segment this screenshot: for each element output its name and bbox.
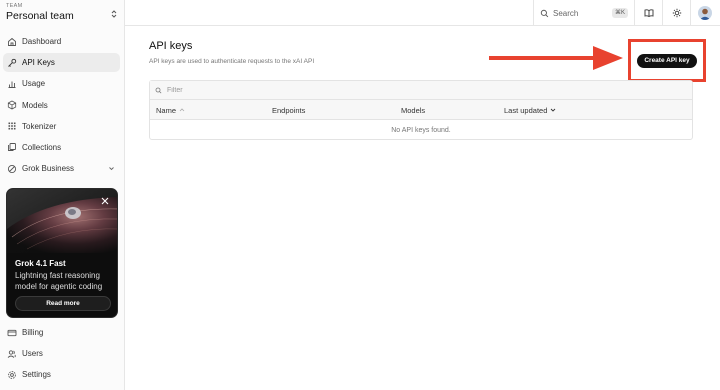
promo-description: Lightning fast reasoning model for agent… bbox=[15, 271, 103, 291]
book-icon bbox=[644, 9, 653, 18]
promo-title: Grok 4.1 Fast bbox=[15, 259, 66, 268]
profile-button[interactable] bbox=[690, 0, 718, 26]
cube-icon bbox=[7, 100, 17, 110]
search-label: Search bbox=[553, 8, 579, 18]
top-bar: Search ⌘K bbox=[125, 0, 720, 26]
search-icon bbox=[540, 9, 549, 17]
sun-icon bbox=[672, 8, 681, 18]
sidebar-item-label: Users bbox=[22, 349, 43, 359]
sort-up-icon bbox=[179, 108, 185, 112]
sidebar-item-tokenizer[interactable]: Tokenizer bbox=[3, 117, 120, 136]
sidebar-item-label: Dashboard bbox=[22, 37, 62, 46]
credit-card-icon bbox=[7, 329, 17, 336]
docs-button[interactable] bbox=[634, 0, 662, 26]
sidebar-item-api-keys[interactable]: API Keys bbox=[3, 53, 120, 73]
table-header: Name Endpoints Models Last updated bbox=[150, 100, 692, 120]
column-header-label: Endpoints bbox=[272, 105, 306, 115]
sidebar-item-label: Grok Business bbox=[22, 164, 75, 174]
gear-icon bbox=[8, 371, 16, 379]
team-switcher[interactable]: TEAM Personal team bbox=[6, 3, 120, 27]
sidebar-item-collections[interactable]: Collections bbox=[3, 138, 120, 157]
key-icon bbox=[8, 58, 17, 67]
theme-toggle-button[interactable] bbox=[662, 0, 690, 26]
column-header-endpoints[interactable]: Endpoints bbox=[272, 100, 305, 120]
api-keys-table: Name Endpoints Models Last updated No AP… bbox=[149, 80, 693, 140]
annotation-arrow bbox=[489, 46, 623, 70]
avatar bbox=[697, 6, 712, 20]
create-api-key-button[interactable]: Create API key bbox=[637, 53, 697, 68]
sidebar-item-label: Tokenizer bbox=[22, 121, 57, 131]
team-name: Personal team bbox=[6, 10, 74, 22]
sidebar-item-settings[interactable]: Settings bbox=[3, 365, 120, 384]
column-header-label: Last updated bbox=[504, 105, 548, 115]
usage-chart-icon bbox=[8, 81, 16, 88]
annotation-highlight-box: Create API key bbox=[628, 39, 706, 82]
search-icon bbox=[155, 87, 162, 93]
read-more-button[interactable]: Read more bbox=[15, 296, 111, 311]
search-button[interactable]: Search ⌘K bbox=[533, 0, 634, 26]
page-title: API keys bbox=[149, 40, 193, 52]
column-header-label: Models bbox=[401, 105, 426, 115]
empty-state: No API keys found. bbox=[391, 126, 451, 134]
chevron-down-icon bbox=[109, 167, 114, 171]
sidebar-item-usage[interactable]: Usage bbox=[3, 74, 120, 93]
sidebar-nav: Dashboard API Keys Usage Models Tokenize… bbox=[3, 32, 120, 180]
column-header-last-updated[interactable]: Last updated bbox=[504, 100, 556, 120]
column-header-label: Name bbox=[156, 105, 177, 115]
sidebar-item-models[interactable]: Models bbox=[3, 96, 120, 115]
sidebar: TEAM Personal team Dashboard API Keys Us… bbox=[0, 0, 125, 390]
team-label: TEAM bbox=[6, 3, 23, 9]
chevron-down-icon bbox=[551, 108, 556, 112]
sidebar-item-label: Usage bbox=[22, 79, 46, 89]
users-icon bbox=[7, 350, 16, 358]
sidebar-item-dashboard[interactable]: Dashboard bbox=[3, 32, 120, 51]
sidebar-item-label: Collections bbox=[22, 142, 62, 152]
sidebar-item-label: Settings bbox=[22, 370, 51, 380]
copy-icon bbox=[8, 143, 16, 152]
filter-bar bbox=[150, 81, 692, 100]
grid-icon bbox=[8, 122, 16, 130]
sidebar-item-grok-business[interactable]: Grok Business bbox=[3, 159, 120, 178]
sidebar-item-billing[interactable]: Billing bbox=[3, 323, 120, 342]
search-shortcut: ⌘K bbox=[611, 8, 628, 18]
filter-input[interactable] bbox=[167, 86, 367, 94]
sidebar-bottom-nav: Billing Users Settings bbox=[3, 323, 120, 387]
column-header-models[interactable]: Models bbox=[401, 100, 425, 120]
sidebar-item-label: API Keys bbox=[22, 58, 55, 68]
promo-card: Grok 4.1 Fast Lightning fast reasoning m… bbox=[6, 188, 118, 318]
chevron-up-down-icon bbox=[111, 10, 117, 18]
sidebar-item-users[interactable]: Users bbox=[3, 344, 120, 363]
column-header-name[interactable]: Name bbox=[156, 100, 185, 120]
home-icon bbox=[8, 37, 16, 46]
close-icon[interactable] bbox=[101, 197, 109, 205]
sidebar-item-label: Billing bbox=[22, 328, 44, 337]
page-description: API keys are used to authenticate reques… bbox=[149, 58, 315, 65]
sidebar-item-label: Models bbox=[22, 100, 48, 110]
grok-icon bbox=[7, 164, 17, 173]
